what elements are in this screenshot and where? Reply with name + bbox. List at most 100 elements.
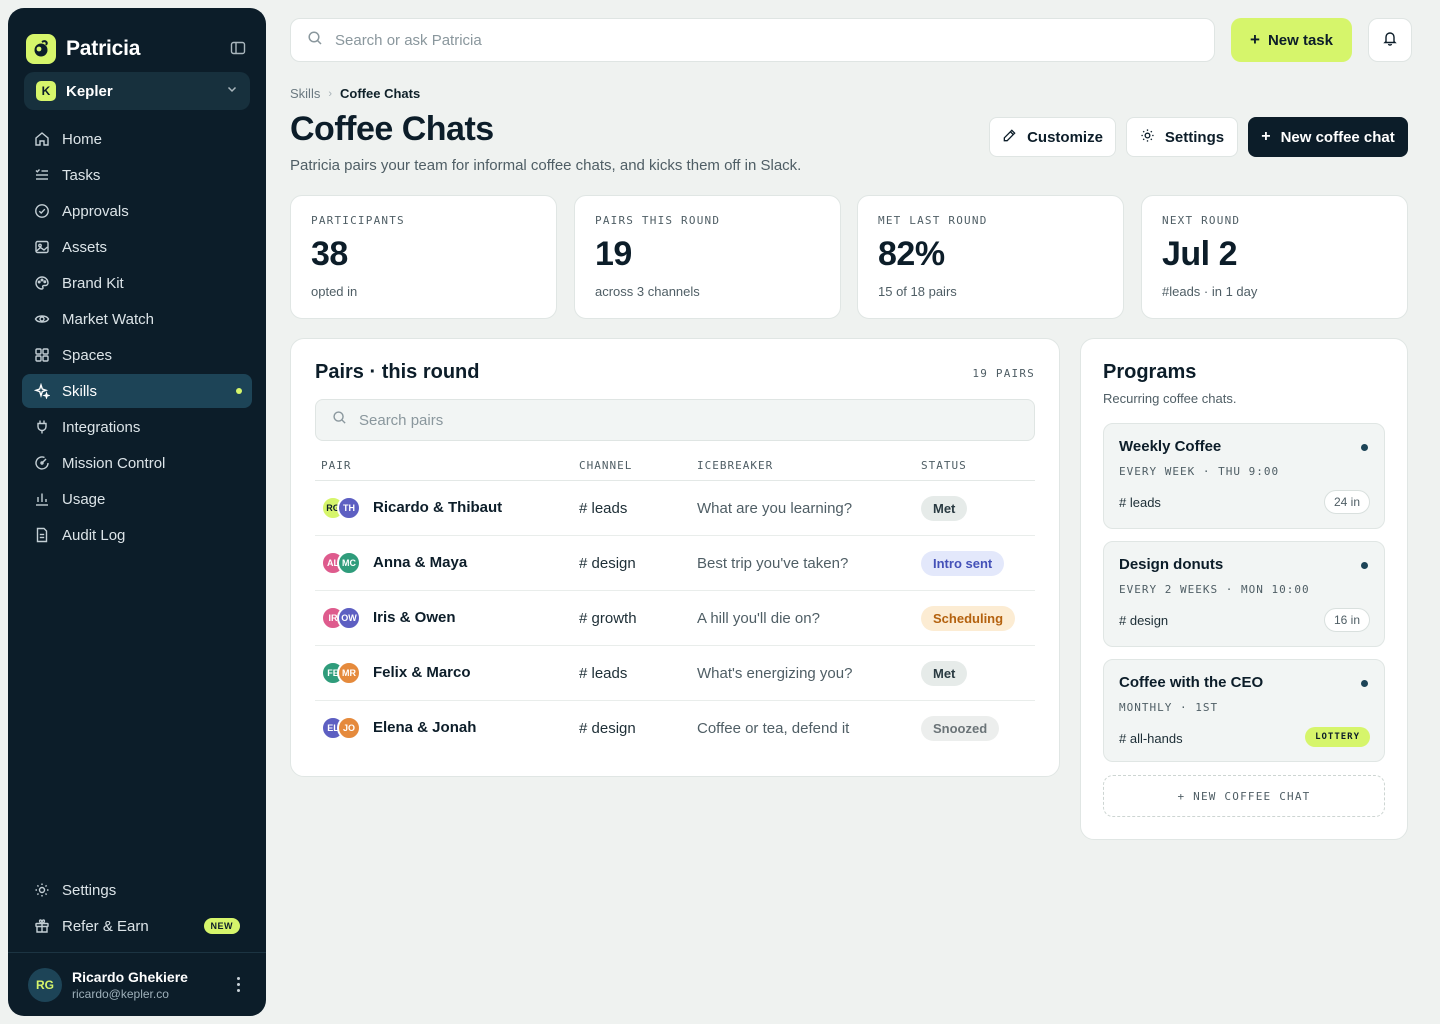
settings-button[interactable]: Settings: [1126, 117, 1238, 157]
chevron-right-icon: ›: [328, 87, 333, 100]
active-status-dot: [1361, 562, 1368, 569]
stat-note: opted in: [311, 284, 358, 299]
sidebar-item-mission-control[interactable]: Mission Control: [22, 446, 252, 480]
pair-avatars: EL JO: [321, 716, 361, 740]
user-name: Ricardo Ghekiere: [72, 968, 188, 985]
stat-value: Jul 2: [1162, 235, 1237, 273]
column-channel: CHANNEL: [579, 459, 633, 472]
brand[interactable]: Patricia: [26, 26, 140, 72]
sidebar-item-audit-log[interactable]: Audit Log: [22, 518, 252, 552]
notifications-button[interactable]: [1368, 18, 1412, 62]
status-badge: Met: [921, 496, 968, 521]
stat-label: PARTICIPANTS: [311, 214, 405, 227]
program-channel: # all-hands: [1119, 731, 1183, 746]
more-vertical-icon[interactable]: [230, 975, 246, 995]
avatar: MC: [337, 551, 361, 575]
sidebar-item-label: Usage: [62, 490, 106, 508]
avatar: JO: [337, 716, 361, 740]
sidebar-item-brand-kit[interactable]: Brand Kit: [22, 266, 252, 300]
eye-icon: [34, 311, 50, 327]
sidebar-item-assets[interactable]: Assets: [22, 230, 252, 264]
sidebar-item-market-watch[interactable]: Market Watch: [22, 302, 252, 336]
stat-card-next-round: NEXT ROUND Jul 2 #leads · in 1 day: [1141, 195, 1408, 319]
new-coffee-chat-button[interactable]: + New coffee chat: [1248, 117, 1408, 157]
workspace-select[interactable]: K Kepler: [24, 72, 250, 110]
sidebar-item-tasks[interactable]: Tasks: [22, 158, 252, 192]
table-row[interactable]: AL MC Anna & Maya # design Best trip you've …: [315, 536, 1035, 591]
stat-label: NEXT ROUND: [1162, 214, 1241, 227]
gift-icon: [34, 918, 50, 934]
program-name: Coffee with the CEO: [1119, 674, 1264, 691]
program-card[interactable]: Weekly Coffee EVERY WEEK · THU 9:00 # lead…: [1103, 423, 1385, 529]
user-profile[interactable]: RG Ricardo Ghekiere ricardo@kepler.co: [8, 952, 266, 1016]
new-coffee-chat-dashed-button[interactable]: + NEW COFFEE CHAT: [1103, 775, 1385, 817]
table-row[interactable]: RG TH Ricardo & Thibaut # leads What are you…: [315, 481, 1035, 536]
image-icon: [34, 239, 50, 255]
status-badge: Intro sent: [921, 551, 1005, 576]
pair-avatars: IR OW: [321, 606, 361, 630]
pairs-search-input[interactable]: [359, 411, 1018, 429]
sidebar-item-label: Spaces: [62, 346, 113, 364]
sidebar-item-skills[interactable]: Skills: [22, 374, 252, 408]
sparkle-icon: [34, 383, 50, 399]
sidebar: Patricia K Kepler Home Tasks Approvals A…: [8, 8, 266, 1016]
gear-icon: [34, 882, 50, 898]
bell-icon: [1382, 30, 1398, 51]
sidebar-item-label: Skills: [62, 382, 98, 400]
sidebar-item-refer-earn[interactable]: Refer & Earn NEW: [22, 909, 252, 943]
avatar: MR: [337, 661, 361, 685]
pair-channel: # leads: [579, 665, 628, 682]
sidebar-item-label: Integrations: [62, 418, 141, 436]
pair-icebreaker: What's energizing you?: [697, 665, 853, 682]
sidebar-toggle-icon[interactable]: [228, 38, 248, 58]
sidebar-item-usage[interactable]: Usage: [22, 482, 252, 516]
breadcrumb-skills[interactable]: Skills: [290, 86, 320, 101]
program-schedule: MONTHLY · 1ST: [1119, 701, 1219, 714]
programs-subtitle: Recurring coffee chats.: [1103, 391, 1237, 406]
pair-channel: # design: [579, 555, 636, 572]
pairs-search[interactable]: [315, 399, 1035, 441]
global-search[interactable]: [290, 18, 1215, 62]
table-row[interactable]: EL JO Elena & Jonah # design Coffee or tea, …: [315, 701, 1035, 756]
avatar: TH: [337, 496, 361, 520]
table-row[interactable]: FE MR Felix & Marco # leads What's energizin…: [315, 646, 1035, 701]
pair-name: Ricardo & Thibaut: [373, 499, 503, 516]
table-header: PAIR CHANNEL ICEBREAKER STATUS: [315, 451, 1035, 481]
search-icon: [307, 30, 323, 51]
page-subtitle: Patricia pairs your team for informal co…: [290, 157, 802, 174]
customize-button[interactable]: Customize: [989, 117, 1116, 157]
pairs-title: Pairs · this round: [315, 361, 480, 383]
sidebar-item-spaces[interactable]: Spaces: [22, 338, 252, 372]
pairs-table-body: RG TH Ricardo & Thibaut # leads What are you…: [315, 481, 1035, 756]
sidebar-item-label: Brand Kit: [62, 274, 124, 292]
stat-card-pairs: PAIRS THIS ROUND 19 across 3 channels: [574, 195, 841, 319]
new-task-label: New task: [1267, 31, 1333, 49]
sidebar-item-approvals[interactable]: Approvals: [22, 194, 252, 228]
home-icon: [34, 131, 50, 147]
search-input[interactable]: [335, 31, 1198, 49]
settings-label: Settings: [1164, 128, 1225, 146]
avatar: OW: [337, 606, 361, 630]
sidebar-item-settings[interactable]: Settings: [22, 873, 252, 907]
status-badge: Met: [921, 661, 968, 686]
new-task-button[interactable]: + New task: [1231, 18, 1352, 62]
sidebar-item-home[interactable]: Home: [22, 122, 252, 156]
pair-avatars: AL MC: [321, 551, 361, 575]
workspace-name: Kepler: [66, 82, 113, 100]
pencil-icon: [1002, 128, 1017, 147]
gauge-icon: [34, 455, 50, 471]
patricia-logo-icon: [26, 34, 56, 64]
search-icon: [332, 410, 347, 430]
table-row[interactable]: IR OW Iris & Owen # growth A hill you'll die…: [315, 591, 1035, 646]
programs-title: Programs: [1103, 361, 1197, 383]
program-card[interactable]: Coffee with the CEO MONTHLY · 1ST # all-ha…: [1103, 659, 1385, 762]
sidebar-item-integrations[interactable]: Integrations: [22, 410, 252, 444]
pairs-count: 19 PAIRS: [972, 367, 1035, 380]
program-name: Weekly Coffee: [1119, 438, 1222, 455]
active-indicator-dot: [236, 388, 242, 394]
program-card[interactable]: Design donuts EVERY 2 WEEKS · MON 10:00 # …: [1103, 541, 1385, 647]
pair-name: Iris & Owen: [373, 609, 456, 626]
stat-card-met-last-round: MET LAST ROUND 82% 15 of 18 pairs: [857, 195, 1124, 319]
workspace-badge: K: [36, 81, 56, 101]
pair-channel: # growth: [579, 610, 637, 627]
